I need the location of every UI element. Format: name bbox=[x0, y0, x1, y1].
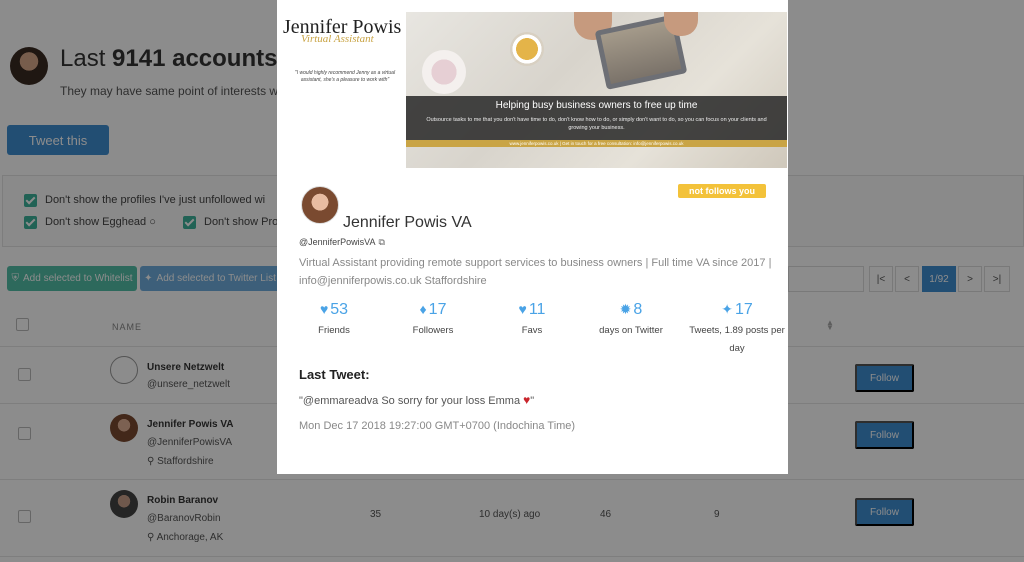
banner-text: Outsource tasks to me that you don't hav… bbox=[426, 117, 767, 131]
banner-footer-text: www.jenniferpowis.co.uk | Get in touch f… bbox=[509, 141, 684, 146]
banner-quote: "I would highly recommend Jenny as a vir… bbox=[294, 70, 396, 83]
drop-icon: ♦ bbox=[419, 301, 427, 317]
stat-followers: ♦ 17 Followers bbox=[412, 301, 454, 336]
profile-name: Jennifer Powis VA bbox=[343, 214, 472, 231]
stat-favs: ♥ 11 Favs bbox=[518, 301, 546, 336]
profile-avatar bbox=[301, 186, 339, 224]
stat-days-on-twitter: ✹ 8 days on Twitter bbox=[599, 301, 663, 336]
heart-icon: ♥ bbox=[319, 301, 329, 317]
heart-icon: ♥ bbox=[518, 301, 527, 317]
banner-headline: Helping busy business owners to free up … bbox=[495, 100, 698, 111]
last-tweet-text: "@emmareadva So sorry for your loss Emma… bbox=[299, 393, 535, 407]
profile-modal: Jennifer Powis Virtual Assistant "I woul… bbox=[277, 0, 788, 474]
profile-bio: Virtual Assistant providing remote suppo… bbox=[299, 257, 772, 287]
last-tweet-title: Last Tweet: bbox=[299, 367, 370, 382]
last-tweet-date: Mon Dec 17 2018 19:27:00 GMT+0700 (Indoc… bbox=[299, 420, 576, 432]
twitter-icon: ✦ bbox=[721, 301, 733, 317]
external-link-icon[interactable]: ⧉ bbox=[379, 237, 385, 248]
banner-caption: Helping busy business owners to free up … bbox=[406, 96, 787, 140]
profile-banner: Jennifer Powis Virtual Assistant "I woul… bbox=[277, 0, 788, 168]
profile-handle-link[interactable]: @JenniferPowisVA ⧉ bbox=[299, 237, 385, 248]
banner-footer: www.jenniferpowis.co.uk | Get in touch f… bbox=[406, 140, 787, 147]
banner-brand-tagline: Virtual Assistant bbox=[301, 33, 374, 45]
stat-friends: ♥ 53 Friends bbox=[318, 301, 350, 336]
badge-icon: ✹ bbox=[619, 301, 632, 317]
stat-tweets: ✦ 17 Tweets, 1.89 posts per day bbox=[689, 301, 785, 354]
not-follows-you-badge: not follows you bbox=[678, 184, 766, 198]
